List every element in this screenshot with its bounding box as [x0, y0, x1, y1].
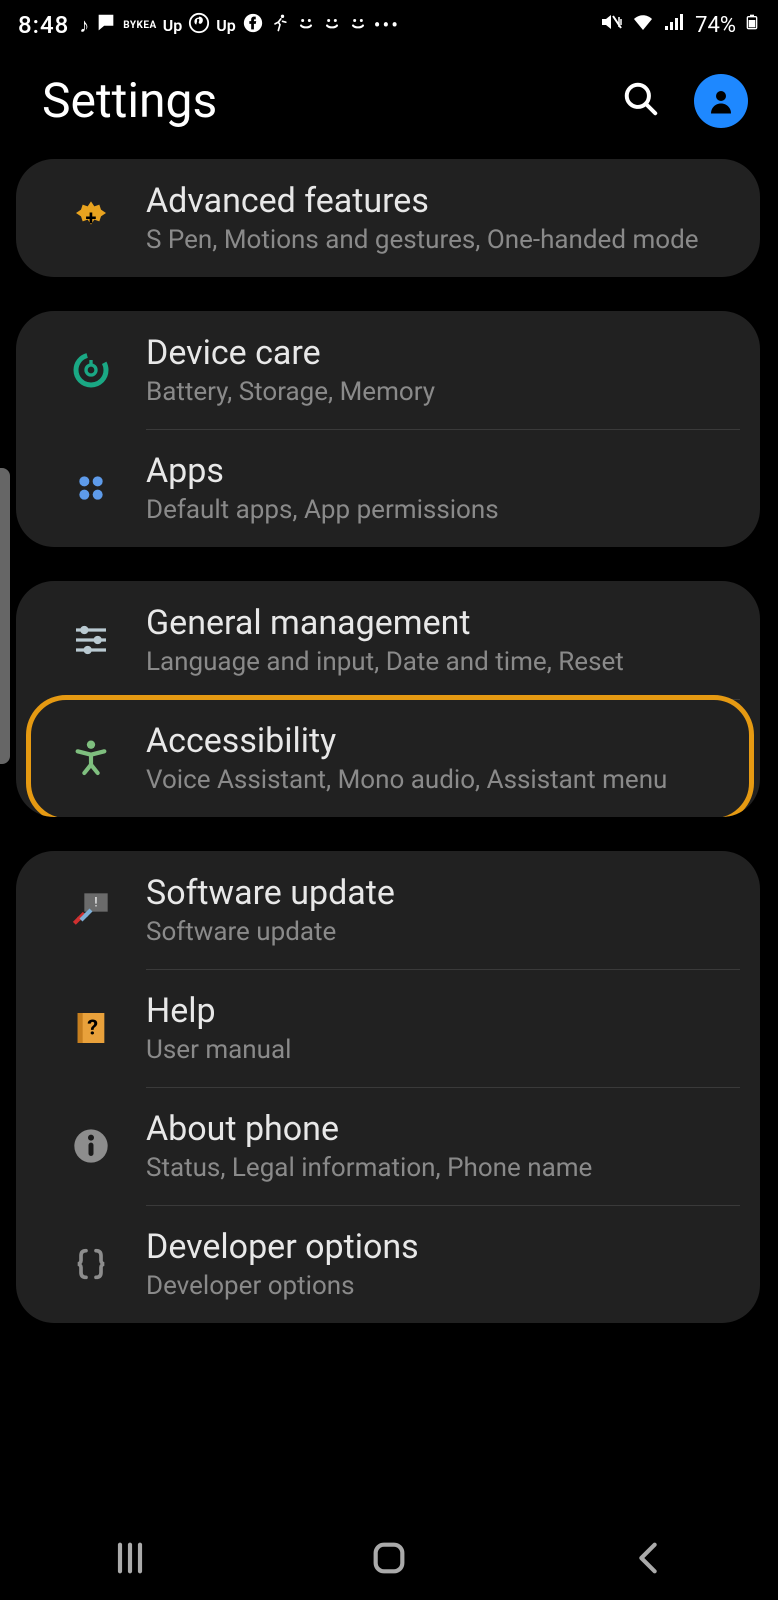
- profile-button[interactable]: [694, 74, 748, 128]
- navigation-bar: [0, 1520, 778, 1600]
- device-care-icon: [36, 350, 146, 390]
- settings-item-general-management[interactable]: General management Language and input, Da…: [16, 581, 760, 699]
- settings-item-help[interactable]: ? Help User manual: [16, 969, 760, 1087]
- settings-item-subtitle: Default apps, App permissions: [146, 495, 499, 525]
- settings-group: ! Software update Software update? Help User…: [16, 851, 760, 1323]
- settings-item-apps[interactable]: Apps Default apps, App permissions: [16, 429, 760, 547]
- settings-item-text: General management Language and input, Da…: [146, 603, 624, 677]
- message-icon: [95, 12, 117, 39]
- facebook-icon: [242, 12, 264, 39]
- smile-icon: [348, 13, 368, 38]
- settings-item-title: Accessibility: [146, 721, 667, 761]
- back-button[interactable]: [628, 1538, 668, 1582]
- settings-item-title: Software update: [146, 873, 395, 913]
- status-left: 8:48 ♪ BYKEA Up Up: [18, 11, 400, 39]
- settings-group: Device care Battery, Storage, Memory Apps D…: [16, 311, 760, 547]
- settings-item-text: Developer options Developer options: [146, 1227, 419, 1301]
- info-icon: [36, 1126, 146, 1166]
- settings-item-advanced-features[interactable]: + Advanced features S Pen, Motions and ges…: [16, 159, 760, 277]
- svg-text:?: ?: [87, 1016, 98, 1041]
- scroll-indicator[interactable]: [0, 468, 10, 764]
- mute-vibrate-icon: [599, 10, 623, 40]
- settings-item-title: Developer options: [146, 1227, 419, 1267]
- settings-item-title: Help: [146, 991, 291, 1031]
- svg-text:+: +: [86, 206, 97, 230]
- signal-icon: [663, 10, 687, 40]
- bykea-icon: BYKEA: [123, 20, 157, 31]
- settings-item-title: Apps: [146, 451, 499, 491]
- header-actions: [622, 74, 748, 128]
- sliders-icon: [36, 620, 146, 660]
- accessibility-icon: [36, 738, 146, 778]
- battery-icon: [744, 10, 760, 40]
- update-icon: !: [36, 890, 146, 930]
- header: Settings: [0, 50, 778, 159]
- settings-item-subtitle: Voice Assistant, Mono audio, Assistant m…: [146, 765, 667, 795]
- settings-item-subtitle: S Pen, Motions and gestures, One-handed …: [146, 225, 699, 255]
- settings-item-subtitle: Software update: [146, 917, 395, 947]
- settings-item-subtitle: Language and input, Date and time, Reset: [146, 647, 624, 677]
- help-book-icon: ?: [36, 1008, 146, 1048]
- settings-item-text: Accessibility Voice Assistant, Mono audio…: [146, 721, 667, 795]
- status-bar: 8:48 ♪ BYKEA Up Up: [0, 0, 778, 50]
- settings-item-subtitle: User manual: [146, 1035, 291, 1065]
- gear-plus-icon: +: [36, 198, 146, 238]
- settings-item-text: About phone Status, Legal information, Ph…: [146, 1109, 592, 1183]
- settings-item-developer-options[interactable]: Developer options Developer options: [16, 1205, 760, 1323]
- search-button[interactable]: [622, 80, 660, 122]
- status-notification-icons: ♪ BYKEA Up Up •: [79, 12, 400, 39]
- settings-item-subtitle: Developer options: [146, 1271, 419, 1301]
- settings-item-accessibility[interactable]: Accessibility Voice Assistant, Mono audio…: [16, 699, 760, 817]
- settings-item-software-update[interactable]: ! Software update Software update: [16, 851, 760, 969]
- settings-item-text: Apps Default apps, App permissions: [146, 451, 499, 525]
- settings-group: + Advanced features S Pen, Motions and ges…: [16, 159, 760, 277]
- settings-item-title: Device care: [146, 333, 435, 373]
- status-time: 8:48: [18, 11, 69, 39]
- running-icon: [270, 13, 290, 38]
- smile-icon: [322, 13, 342, 38]
- settings-item-text: Help User manual: [146, 991, 291, 1065]
- up-icon: Up: [163, 16, 183, 35]
- up-icon: Up: [216, 16, 236, 35]
- battery-text: 74%: [695, 13, 736, 38]
- settings-item-device-care[interactable]: Device care Battery, Storage, Memory: [16, 311, 760, 429]
- svg-text:!: !: [94, 896, 97, 911]
- more-icon: •••: [374, 13, 400, 37]
- wifi-icon: [631, 10, 655, 40]
- music-note-icon: ♪: [79, 13, 89, 38]
- settings-group: General management Language and input, Da…: [16, 581, 760, 817]
- settings-item-about-phone[interactable]: About phone Status, Legal information, Ph…: [16, 1087, 760, 1205]
- settings-item-subtitle: Status, Legal information, Phone name: [146, 1153, 592, 1183]
- recents-button[interactable]: [110, 1538, 150, 1582]
- settings-item-title: About phone: [146, 1109, 592, 1149]
- settings-item-subtitle: Battery, Storage, Memory: [146, 377, 435, 407]
- pinterest-icon: [188, 12, 210, 39]
- home-button[interactable]: [369, 1538, 409, 1582]
- settings-item-title: General management: [146, 603, 624, 643]
- page-title: Settings: [42, 72, 217, 129]
- smile-icon: [296, 13, 316, 38]
- settings-item-title: Advanced features: [146, 181, 699, 221]
- settings-item-text: Advanced features S Pen, Motions and gest…: [146, 181, 699, 255]
- settings-item-text: Device care Battery, Storage, Memory: [146, 333, 435, 407]
- braces-icon: [36, 1244, 146, 1284]
- status-right: 74%: [599, 10, 760, 40]
- settings-item-text: Software update Software update: [146, 873, 395, 947]
- apps-icon: [36, 468, 146, 508]
- settings-list: + Advanced features S Pen, Motions and ges…: [0, 159, 778, 1323]
